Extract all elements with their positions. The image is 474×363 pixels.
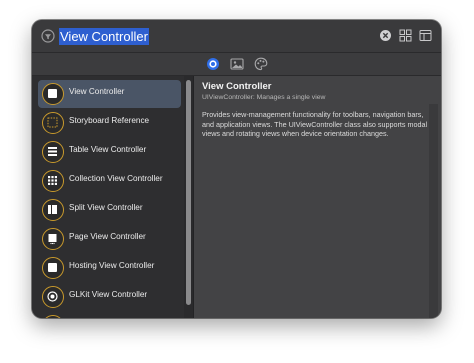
- detail-view-icon[interactable]: [419, 29, 432, 42]
- detail-pane: View Controller UIViewController: Manage…: [194, 76, 441, 318]
- list-item-partial: [38, 312, 181, 318]
- library-list: View Controller Storyboard Reference Tab…: [32, 76, 193, 318]
- list-item-label: GLKit View Controller: [69, 290, 148, 299]
- list-item-label: Hosting View Controller: [69, 261, 155, 270]
- media-tab-icon[interactable]: [229, 57, 244, 71]
- search-bar-controls: [379, 29, 432, 42]
- list-item-label: Page View Controller: [69, 232, 146, 241]
- list-item-glkit-view-controller[interactable]: GLKit View Controller: [38, 283, 181, 311]
- list-item-label: Storyboard Reference: [69, 116, 150, 125]
- list-item-table-view-controller[interactable]: Table View Controller: [38, 138, 181, 166]
- filter-icon[interactable]: [41, 29, 55, 43]
- clear-search-icon[interactable]: [379, 29, 392, 42]
- detail-title: View Controller: [202, 81, 272, 92]
- collection-view-controller-icon: [42, 170, 64, 192]
- grid-view-icon[interactable]: [399, 29, 412, 42]
- glkit-view-controller-icon: [42, 286, 64, 308]
- hosting-view-controller-icon: [42, 257, 64, 279]
- list-item-label: Collection View Controller: [69, 174, 163, 183]
- view-controller-icon: [42, 83, 64, 105]
- list-item-label: View Controller: [69, 87, 125, 96]
- colors-tab-icon[interactable]: [254, 57, 268, 71]
- list-item-storyboard-reference[interactable]: Storyboard Reference: [38, 109, 181, 137]
- list-item-hosting-view-controller[interactable]: Hosting View Controller: [38, 254, 181, 282]
- list-item-collection-view-controller[interactable]: Collection View Controller: [38, 167, 181, 195]
- library-tabs: [32, 53, 441, 75]
- list-item-split-view-controller[interactable]: Split View Controller: [38, 196, 181, 224]
- detail-subtitle: UIViewController: Manages a single view: [202, 94, 326, 101]
- search-bar: View Controller: [32, 20, 441, 52]
- list-scrollbar-thumb[interactable]: [186, 80, 191, 305]
- library-window: View Controller View Controller Storyboa…: [32, 20, 441, 318]
- search-input[interactable]: View Controller: [59, 28, 149, 45]
- table-view-controller-icon: [42, 141, 64, 163]
- objects-tab-icon[interactable]: [206, 57, 220, 71]
- storyboard-reference-icon: [42, 112, 64, 134]
- list-item-page-view-controller[interactable]: Page View Controller: [38, 225, 181, 253]
- list-item-label: Table View Controller: [69, 145, 147, 154]
- partial-item-icon: [42, 315, 64, 318]
- detail-scrollbar-track[interactable]: [429, 104, 438, 318]
- list-item-view-controller[interactable]: View Controller: [38, 80, 181, 108]
- list-item-label: Split View Controller: [69, 203, 143, 212]
- split-view-controller-icon: [42, 199, 64, 221]
- detail-description: Provides view-management functionality f…: [202, 110, 428, 138]
- page-view-controller-icon: [42, 228, 64, 250]
